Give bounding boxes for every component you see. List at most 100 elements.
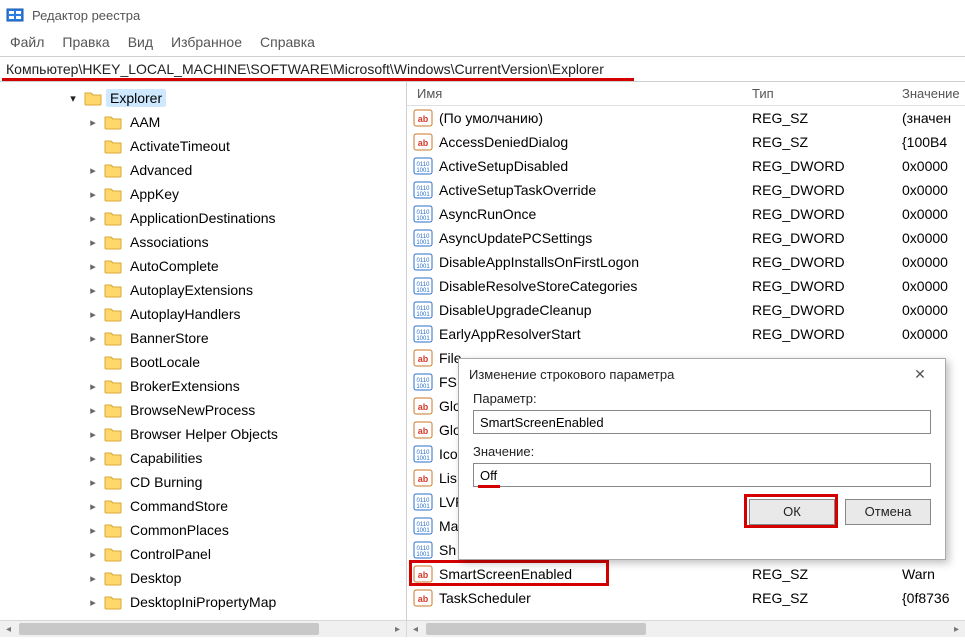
tree-item[interactable]: AutoComplete bbox=[0, 254, 406, 278]
chevron-right-icon[interactable] bbox=[86, 284, 100, 297]
folder-icon bbox=[104, 426, 122, 442]
chevron-right-icon[interactable] bbox=[86, 332, 100, 345]
folder-icon bbox=[104, 450, 122, 466]
column-name[interactable]: Имя bbox=[407, 86, 752, 101]
chevron-right-icon[interactable] bbox=[86, 308, 100, 321]
tree-scrollbar-thumb[interactable] bbox=[19, 623, 319, 635]
address-bar[interactable]: Компьютер\HKEY_LOCAL_MACHINE\SOFTWARE\Mi… bbox=[0, 56, 965, 82]
chevron-right-icon[interactable] bbox=[86, 164, 100, 177]
value-input[interactable] bbox=[473, 463, 931, 487]
tree-item[interactable]: Advanced bbox=[0, 158, 406, 182]
chevron-right-icon[interactable] bbox=[86, 380, 100, 393]
value-row[interactable]: abSmartScreenEnabledREG_SZWarn bbox=[407, 562, 965, 586]
tree-pane[interactable]: ExplorerAAM ActivateTimeout AdvancedAppKey… bbox=[0, 82, 407, 620]
value-type: REG_SZ bbox=[752, 110, 902, 126]
chevron-right-icon[interactable] bbox=[86, 212, 100, 225]
value-row[interactable]: abTaskSchedulerREG_SZ{0f8736 bbox=[407, 586, 965, 610]
svg-text:1001: 1001 bbox=[416, 264, 430, 270]
value-row[interactable]: 01101001DisableAppInstallsOnFirstLogonRE… bbox=[407, 250, 965, 274]
tree-item[interactable]: BrowseNewProcess bbox=[0, 398, 406, 422]
value-row[interactable]: 01101001DisableResolveStoreCategoriesREG… bbox=[407, 274, 965, 298]
scroll-left-arrow[interactable]: ◂ bbox=[0, 621, 17, 637]
tree-item[interactable]: AutoplayExtensions bbox=[0, 278, 406, 302]
svg-text:1001: 1001 bbox=[416, 168, 430, 174]
svg-text:ab: ab bbox=[418, 402, 429, 412]
value-row[interactable]: 01101001ActiveSetupDisabledREG_DWORD0x00… bbox=[407, 154, 965, 178]
scroll-right-arrow[interactable]: ▸ bbox=[389, 621, 406, 637]
column-type[interactable]: Тип bbox=[752, 86, 902, 101]
value-row[interactable]: abAccessDeniedDialogREG_SZ{100B4 bbox=[407, 130, 965, 154]
column-data[interactable]: Значение bbox=[902, 86, 965, 101]
chevron-right-icon[interactable] bbox=[86, 452, 100, 465]
menu-help[interactable]: Справка bbox=[260, 34, 315, 50]
tree-item[interactable]: AutoplayHandlers bbox=[0, 302, 406, 326]
value-data: (значен bbox=[902, 110, 965, 126]
list-scrollbar-track[interactable] bbox=[424, 621, 948, 637]
value-row[interactable]: 01101001AsyncRunOnceREG_DWORD0x0000 bbox=[407, 202, 965, 226]
menu-favorites[interactable]: Избранное bbox=[171, 34, 242, 50]
value-row[interactable]: 01101001EarlyAppResolverStartREG_DWORD0x… bbox=[407, 322, 965, 346]
svg-text:1001: 1001 bbox=[416, 288, 430, 294]
values-header: Имя Тип Значение bbox=[407, 82, 965, 106]
chevron-right-icon[interactable] bbox=[86, 596, 100, 609]
ok-button[interactable]: ОК bbox=[749, 499, 835, 525]
tree-item[interactable]: CD Burning bbox=[0, 470, 406, 494]
tree-item[interactable]: AppKey bbox=[0, 182, 406, 206]
chevron-right-icon[interactable] bbox=[86, 188, 100, 201]
chevron-right-icon[interactable] bbox=[86, 548, 100, 561]
menu-file[interactable]: Файл bbox=[10, 34, 44, 50]
tree-item[interactable]: CommonPlaces bbox=[0, 518, 406, 542]
chevron-right-icon[interactable] bbox=[86, 428, 100, 441]
tree-item-label: CommonPlaces bbox=[126, 521, 233, 539]
scroll-left-arrow[interactable]: ◂ bbox=[407, 621, 424, 637]
chevron-right-icon[interactable] bbox=[86, 500, 100, 513]
scroll-right-arrow[interactable]: ▸ bbox=[948, 621, 965, 637]
tree-item[interactable]: Associations bbox=[0, 230, 406, 254]
chevron-down-icon[interactable] bbox=[66, 92, 80, 105]
value-row[interactable]: 01101001AsyncUpdatePCSettingsREG_DWORD0x… bbox=[407, 226, 965, 250]
tree-item[interactable]: BootLocale bbox=[0, 350, 406, 374]
chevron-right-icon[interactable] bbox=[86, 476, 100, 489]
tree-item[interactable]: DesktopIniPropertyMap bbox=[0, 590, 406, 614]
chevron-right-icon[interactable] bbox=[86, 260, 100, 273]
tree-item[interactable]: Capabilities bbox=[0, 446, 406, 470]
tree-item[interactable]: DesktopOptimization bbox=[0, 614, 406, 620]
menu-view[interactable]: Вид bbox=[128, 34, 153, 50]
svg-text:1001: 1001 bbox=[416, 216, 430, 222]
tree-item[interactable]: AAM bbox=[0, 110, 406, 134]
close-icon[interactable]: ✕ bbox=[905, 366, 935, 383]
param-name-input[interactable] bbox=[473, 410, 931, 434]
folder-icon bbox=[104, 618, 122, 620]
annotation-path-underline bbox=[2, 78, 634, 81]
binary-value-icon: 01101001 bbox=[413, 181, 433, 199]
value-data: 0x0000 bbox=[902, 278, 965, 294]
tree-item[interactable]: ApplicationDestinations bbox=[0, 206, 406, 230]
chevron-right-icon[interactable] bbox=[86, 572, 100, 585]
chevron-right-icon[interactable] bbox=[86, 116, 100, 129]
tree-item-label: AutoComplete bbox=[126, 257, 223, 275]
svg-text:1001: 1001 bbox=[416, 336, 430, 342]
value-row[interactable]: ab(По умолчанию)REG_SZ(значен bbox=[407, 106, 965, 130]
string-value-icon: ab bbox=[413, 469, 433, 487]
tree-item[interactable]: CommandStore bbox=[0, 494, 406, 518]
cancel-button[interactable]: Отмена bbox=[845, 499, 931, 525]
value-row[interactable]: 01101001ActiveSetupTaskOverrideREG_DWORD… bbox=[407, 178, 965, 202]
tree-item[interactable]: Desktop bbox=[0, 566, 406, 590]
tree-item[interactable]: BrokerExtensions bbox=[0, 374, 406, 398]
list-scrollbar-thumb[interactable] bbox=[426, 623, 646, 635]
tree-item-label: ActivateTimeout bbox=[126, 137, 234, 155]
tree-item-explorer[interactable]: Explorer bbox=[0, 86, 406, 110]
tree-item[interactable]: ActivateTimeout bbox=[0, 134, 406, 158]
chevron-right-icon[interactable] bbox=[86, 524, 100, 537]
menu-edit[interactable]: Правка bbox=[62, 34, 109, 50]
value-row[interactable]: 01101001DisableUpgradeCleanupREG_DWORD0x… bbox=[407, 298, 965, 322]
tree-item-label: BrowseNewProcess bbox=[126, 401, 259, 419]
tree-scrollbar-track[interactable] bbox=[17, 621, 389, 637]
tree-item[interactable]: ControlPanel bbox=[0, 542, 406, 566]
tree-item[interactable]: Browser Helper Objects bbox=[0, 422, 406, 446]
value-name: ActiveSetupDisabled bbox=[439, 158, 752, 174]
chevron-right-icon[interactable] bbox=[86, 404, 100, 417]
tree-item[interactable]: BannerStore bbox=[0, 326, 406, 350]
folder-icon bbox=[104, 354, 122, 370]
chevron-right-icon[interactable] bbox=[86, 236, 100, 249]
